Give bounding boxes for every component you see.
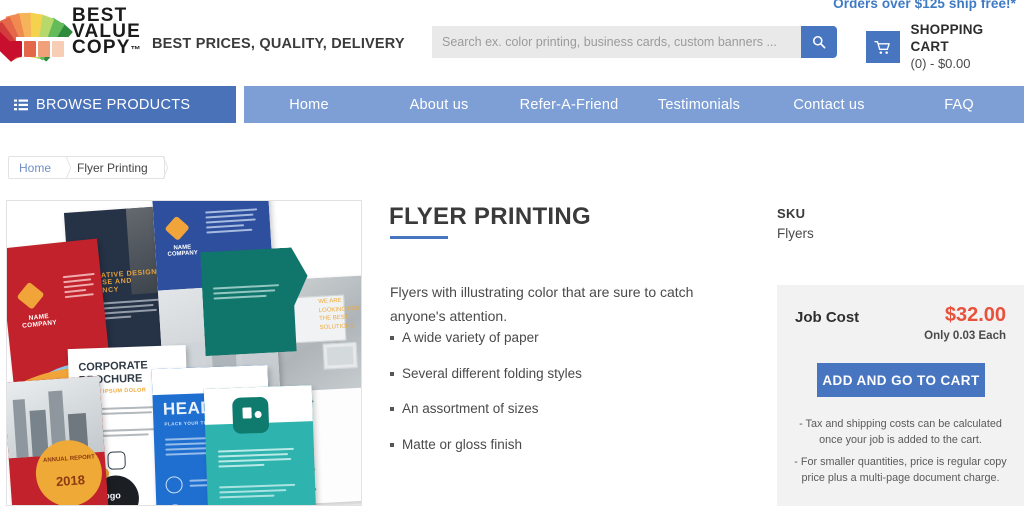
feature-item: Several different folding styles xyxy=(390,366,735,381)
product-description: Flyers with illustrating color that are … xyxy=(390,284,694,324)
flyer-collage: ✓ ✓ ✓ CREATIVE DESIGN HOUSE AND AGENCY xyxy=(7,201,361,505)
chevron-right-icon-2 xyxy=(153,157,165,178)
collage-red-title: NAME COMPANY xyxy=(21,312,58,330)
feature-item: Matte or gloss finish xyxy=(390,437,735,452)
nav-item-contact-us[interactable]: Contact us xyxy=(764,97,894,113)
search-button[interactable] xyxy=(801,26,837,58)
tax-shipping-note: - Tax and shipping costs can be calculat… xyxy=(799,418,1002,446)
search-icon xyxy=(812,35,826,49)
nav-item-testimonials[interactable]: Testimonials xyxy=(634,97,764,113)
feature-item: An assortment of sizes xyxy=(390,401,735,416)
breadcrumb: Home Flyer Printing xyxy=(8,156,165,179)
sku-label: SKU xyxy=(777,206,806,221)
breadcrumb-item-current: Flyer Printing xyxy=(67,157,164,178)
main-navigation: BROWSE PRODUCTS Home About us Refer-A-Fr… xyxy=(0,86,1024,123)
title-underline xyxy=(390,236,448,239)
purchase-panel: Job Cost $32.00 Only 0.03 Each ADD AND G… xyxy=(777,285,1024,506)
site-logo[interactable]: BEST VALUE COPY™ xyxy=(0,6,142,62)
page-title: FLYER PRINTING xyxy=(389,203,592,230)
nav-item-home[interactable]: Home xyxy=(244,97,374,113)
nav-links: Home About us Refer-A-Friend Testimonial… xyxy=(244,86,1024,123)
cart-title: SHOPPING CART xyxy=(910,22,984,54)
search-input[interactable] xyxy=(432,26,801,58)
collage-sheet-teal-front xyxy=(203,385,319,505)
collage-blue-title: NAME COMPANY xyxy=(167,244,198,259)
product-features: A wide variety of paper Several differen… xyxy=(390,330,735,472)
trademark-mark: ™ xyxy=(130,44,142,56)
unit-price-label: Only 0.03 Each xyxy=(924,330,1006,342)
feature-item: A wide variety of paper xyxy=(390,330,735,345)
small-quantity-note: - For smaller quantities, price is regul… xyxy=(794,456,1007,484)
breadcrumb-item-home[interactable]: Home xyxy=(9,157,67,178)
color-fan-icon xyxy=(0,9,73,62)
cart-summary: (0) - $0.00 xyxy=(910,55,971,71)
breadcrumb-current-label: Flyer Printing xyxy=(77,160,148,175)
nav-item-refer-a-friend[interactable]: Refer-A-Friend xyxy=(504,97,634,113)
shopping-cart-widget[interactable]: SHOPPING CART (0) - $0.00 xyxy=(866,22,1024,72)
product-image[interactable]: ✓ ✓ ✓ CREATIVE DESIGN HOUSE AND AGENCY xyxy=(6,200,362,506)
sku-value: Flyers xyxy=(777,226,814,241)
nav-item-about-us[interactable]: About us xyxy=(374,97,504,113)
cart-icon-button[interactable] xyxy=(866,31,900,63)
collage-teal-side-text: WE ARE LOOKING FOR THE BEST SOLUTIONS xyxy=(318,297,361,332)
nav-item-faq[interactable]: FAQ xyxy=(894,97,1024,113)
list-menu-icon xyxy=(14,99,28,111)
shopping-cart-icon xyxy=(874,40,891,54)
browse-products-label: BROWSE PRODUCTS xyxy=(36,96,191,113)
brand-tagline: BEST PRICES, QUALITY, DELIVERY xyxy=(152,36,405,52)
job-cost-label: Job Cost xyxy=(795,309,860,326)
collage-about-us-banner: About Us xyxy=(200,246,326,364)
job-cost-price: $32.00 xyxy=(944,304,1006,326)
search-bar[interactable] xyxy=(432,26,837,58)
logo-wordmark: BEST VALUE COPY™ xyxy=(72,6,142,58)
logo-line-3: COPY™ xyxy=(72,36,142,58)
collage-sheet-annual: ANNUAL REPORT 2018 xyxy=(7,375,115,505)
page-root: Orders over $125 ship free!* BEST VALUE … xyxy=(0,0,1024,506)
browse-products-button[interactable]: BROWSE PRODUCTS xyxy=(0,86,236,123)
add-and-go-to-cart-button[interactable]: ADD AND GO TO CART xyxy=(817,363,985,397)
site-header: BEST VALUE COPY™ BEST PRICES, QUALITY, D… xyxy=(0,0,1024,85)
cart-labels: SHOPPING CART (0) - $0.00 xyxy=(911,22,1024,72)
breadcrumb-home-label: Home xyxy=(19,160,52,175)
